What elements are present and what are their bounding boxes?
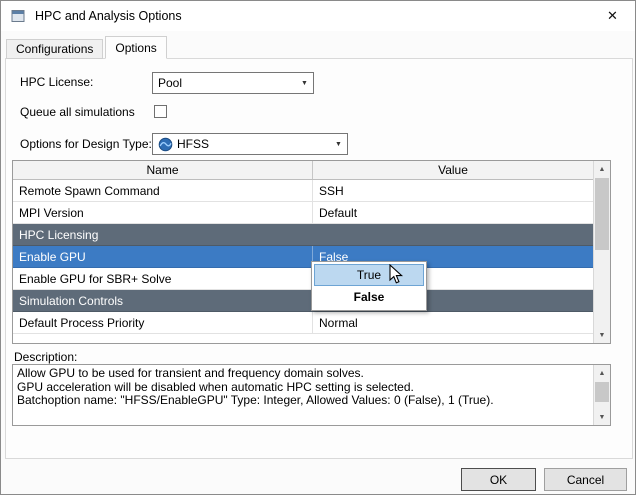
options-tab-panel: HPC License: Pool ▼ Queue all simulation… [5, 58, 633, 459]
option-name: Remote Spawn Command [13, 180, 313, 201]
description-box: Allow GPU to be used for transient and f… [12, 364, 611, 426]
title-bar: HPC and Analysis Options ✕ [1, 1, 635, 31]
description-line: Allow GPU to be used for transient and f… [17, 367, 589, 381]
tab-configurations[interactable]: Configurations [6, 39, 103, 59]
option-value[interactable]: Default [313, 202, 593, 223]
description-label: Description: [14, 350, 77, 364]
column-header-value: Value [313, 161, 593, 179]
section-title: Simulation Controls [13, 290, 313, 311]
section-value [313, 224, 593, 245]
cancel-button[interactable]: Cancel [544, 468, 627, 491]
design-type-select[interactable]: HFSS ▼ [152, 133, 348, 155]
option-name: Enable GPU [13, 246, 313, 267]
column-header-name: Name [13, 161, 313, 179]
window-title: HPC and Analysis Options [35, 9, 182, 23]
design-type-value: HFSS [177, 137, 209, 151]
table-scrollbar[interactable]: ▲ ▼ [593, 161, 610, 343]
scrollbar-thumb[interactable] [595, 382, 609, 402]
description-scrollbar[interactable]: ▲ ▼ [593, 365, 610, 425]
tab-options[interactable]: Options [105, 36, 166, 59]
value-dropdown-popup: True False [311, 261, 427, 311]
scroll-up-icon[interactable]: ▲ [594, 365, 610, 381]
scroll-up-icon[interactable]: ▲ [594, 161, 610, 177]
tab-strip: Configurations Options [6, 36, 169, 59]
scroll-down-icon[interactable]: ▼ [594, 409, 610, 425]
scrollbar-thumb[interactable] [595, 178, 609, 250]
option-value[interactable]: SSH [313, 180, 593, 201]
hpc-license-label: HPC License: [20, 75, 93, 89]
hpc-license-value: Pool [153, 76, 296, 90]
table-row[interactable]: Remote Spawn Command SSH [13, 180, 593, 202]
table-section-row: HPC Licensing [13, 224, 593, 246]
ok-button[interactable]: OK [461, 468, 536, 491]
table-row[interactable]: MPI Version Default [13, 202, 593, 224]
dropdown-option-true[interactable]: True [314, 264, 424, 286]
queue-all-simulations-label: Queue all simulations [20, 105, 135, 119]
chevron-down-icon[interactable]: ▼ [296, 80, 313, 87]
options-table: Name Value Remote Spawn Command SSH MPI … [12, 160, 611, 344]
scroll-down-icon[interactable]: ▼ [594, 327, 610, 343]
hpc-license-select[interactable]: Pool ▼ [152, 72, 314, 94]
close-icon[interactable]: ✕ [590, 1, 635, 30]
table-row[interactable]: Enable GPU for SBR+ Solve [13, 268, 593, 290]
hpc-analysis-options-dialog: HPC and Analysis Options ✕ Configuration… [0, 0, 636, 495]
queue-all-simulations-checkbox[interactable] [154, 105, 167, 118]
option-name: Enable GPU for SBR+ Solve [13, 268, 313, 289]
option-name: MPI Version [13, 202, 313, 223]
design-type-label: Options for Design Type: [20, 137, 152, 151]
table-row-selected[interactable]: Enable GPU False [13, 246, 593, 268]
dropdown-option-false[interactable]: False [314, 286, 424, 308]
hfss-icon [158, 137, 173, 152]
description-line: GPU acceleration will be disabled when a… [17, 381, 589, 395]
option-value[interactable]: Normal [313, 312, 593, 333]
app-icon [10, 8, 26, 24]
table-row[interactable]: Default Process Priority Normal [13, 312, 593, 334]
table-header: Name Value [13, 161, 593, 180]
description-line: Batchoption name: "HFSS/EnableGPU" Type:… [17, 394, 589, 408]
table-section-row: Simulation Controls [13, 290, 593, 312]
option-name: Default Process Priority [13, 312, 313, 333]
chevron-down-icon[interactable]: ▼ [330, 141, 347, 148]
section-title: HPC Licensing [13, 224, 313, 245]
